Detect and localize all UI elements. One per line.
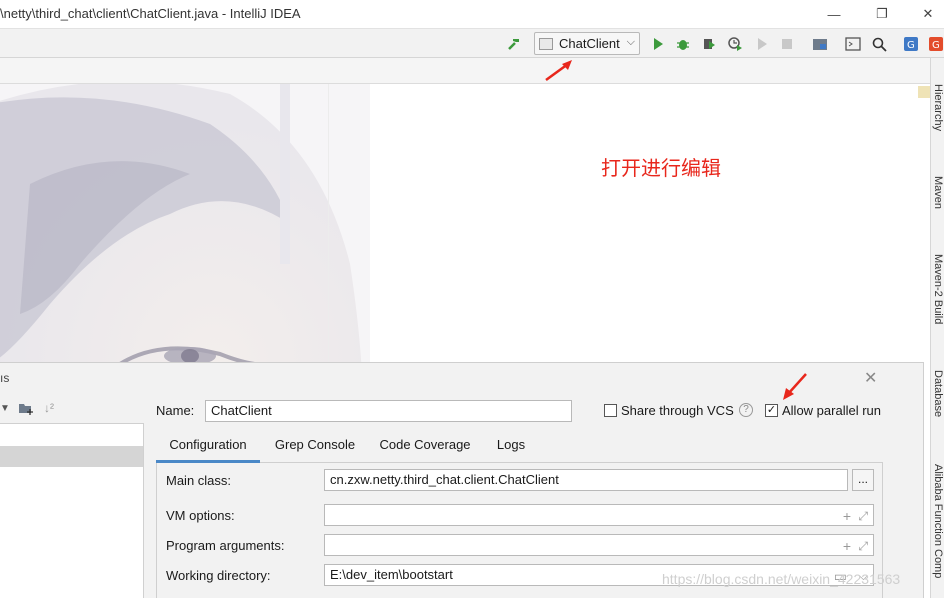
svg-text:G: G [932,40,940,51]
plus-icon[interactable]: + [843,506,851,526]
run-icon[interactable] [649,35,667,53]
tool-tab-maven[interactable]: Maven [932,176,944,209]
right-tool-strip: Hierarchy Maven Maven-2 Build Database A… [930,58,944,598]
run-config-label: ChatClient [559,36,620,51]
profile-icon[interactable] [726,35,744,53]
search-icon[interactable] [870,35,888,53]
editor-area[interactable]: 打开进行编辑 [0,84,930,362]
minimize-button[interactable]: — [822,4,846,24]
annotation-arrow-icon [545,60,572,82]
main-toolbar: ChatClient ⌵ G G [0,28,944,58]
program-arguments-field[interactable]: + ⤢ [324,534,874,556]
editor-background-image [0,84,370,362]
application-config-icon [539,37,553,50]
browse-main-class-button[interactable]: ... [852,469,874,491]
navigation-bar [0,58,930,84]
close-window-button[interactable]: ✕ [916,4,940,24]
tool-tab-maven-2-build[interactable]: Maven-2 Build [932,254,944,324]
translate-icon[interactable]: G [902,35,920,53]
terminal-icon[interactable] [844,35,862,53]
name-label: Name: [156,403,195,418]
chevron-down-icon: ⌵ [626,36,635,48]
tool-tab-alibaba[interactable]: Alibaba Function Comp [932,464,944,578]
allow-parallel-label: Allow parallel run [782,403,881,418]
coverage-icon[interactable] [700,35,718,53]
tab-code-coverage[interactable]: Code Coverage [370,433,480,463]
stop-icon [778,35,796,53]
add-folder-icon[interactable] [18,401,34,418]
expand-icon[interactable]: ⤢ [858,536,868,556]
allow-parallel-checkbox[interactable]: ✓ [765,404,778,417]
tool-tab-database[interactable]: Database [932,370,944,417]
annotation-arrow-icon [783,373,807,400]
config-tabs: Configuration Grep Console Code Coverage… [156,433,883,463]
project-structure-icon[interactable] [811,35,829,53]
editor-marker [918,86,930,98]
share-vcs-checkbox[interactable] [604,404,617,417]
expand-icon[interactable]: ⤢ [858,506,868,526]
selected-config-row[interactable] [0,446,143,467]
tool-tab-hierarchy[interactable]: Hierarchy [932,84,944,131]
tab-logs[interactable]: Logs [486,433,536,463]
edit-annotation-text: 打开进行编辑 [601,156,721,180]
run-disabled-icon [753,35,771,53]
build-hammer-icon[interactable] [505,35,523,53]
share-vcs-label: Share through VCS [621,403,734,418]
working-directory-value: E:\dev_item\bootstart [330,567,453,582]
main-class-label: Main class: [166,473,232,488]
config-tree[interactable] [0,423,144,598]
tab-grep-console[interactable]: Grep Console [264,433,366,463]
title-bar: \netty\third_chat\client\ChatClient.java… [0,0,944,28]
main-class-field[interactable]: cn.zxw.netty.third_chat.client.ChatClien… [324,469,848,491]
svg-text:G: G [907,40,915,51]
vm-options-field[interactable]: + ⤢ [324,504,874,526]
tab-configuration[interactable]: Configuration [156,433,260,463]
plus-icon[interactable]: + [843,536,851,556]
program-arguments-label: Program arguments: [166,538,285,553]
plugin-icon[interactable]: G [927,35,944,53]
run-configuration-dropdown[interactable]: ChatClient ⌵ [534,32,640,55]
help-icon[interactable]: ? [739,403,753,417]
sort-icon[interactable]: ↓² [44,401,54,415]
window-title: \netty\third_chat\client\ChatClient.java… [0,6,301,21]
name-field[interactable]: ChatClient [205,400,572,422]
dropdown-arrow-icon[interactable]: ▼ [0,403,10,414]
restore-button[interactable]: ❐ [870,4,894,24]
debug-icon[interactable] [674,35,692,53]
close-icon[interactable]: ✕ [864,368,877,388]
editor-right-margin [328,84,329,362]
working-directory-label: Working directory: [166,568,271,583]
watermark: https://blog.csdn.net/weixin_42231563 [662,571,901,587]
dialog-title: ıs [0,371,10,385]
vm-options-label: VM options: [166,508,235,523]
